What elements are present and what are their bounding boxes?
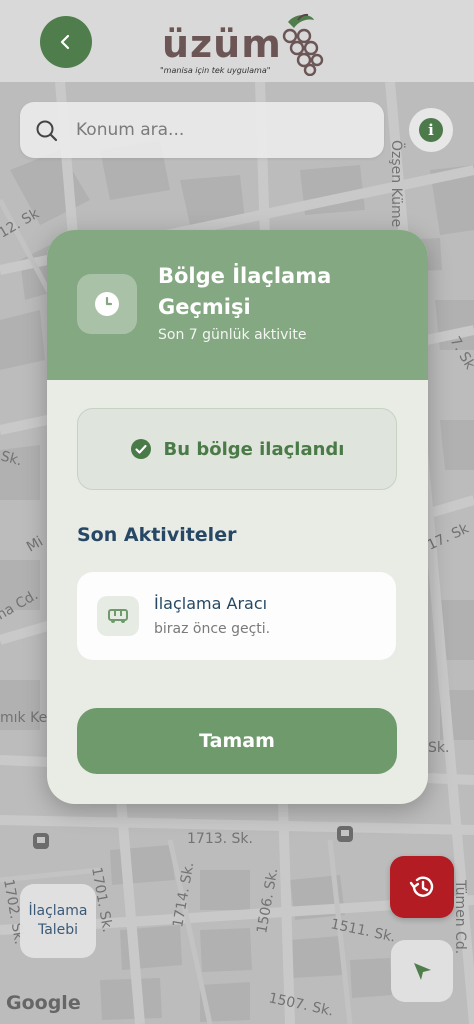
search-bar[interactable]: Konum ara... (20, 102, 384, 158)
activity-time: biraz önce geçti. (154, 621, 271, 637)
history-icon (409, 876, 434, 897)
search-input[interactable]: Konum ara... (76, 120, 184, 140)
google-attribution: Google (6, 992, 81, 1014)
check-circle-icon (130, 439, 151, 459)
info-button[interactable]: i (409, 108, 453, 152)
logo-text: üzüm (162, 22, 282, 66)
my-location-button[interactable] (391, 940, 453, 1002)
grape-icon (282, 13, 324, 76)
spraying-request-button[interactable]: İlaçlama Talebi (20, 884, 96, 958)
ok-button[interactable]: Tamam (77, 708, 397, 774)
navigation-arrow-icon (414, 963, 431, 980)
clock-icon-container (77, 274, 137, 334)
back-button[interactable] (40, 16, 92, 68)
van-icon (97, 596, 139, 636)
dialog-header: Bölge İlaçlama Geçmişi Son 7 günlük akti… (47, 230, 428, 380)
chevron-left-icon (60, 34, 70, 50)
app-logo: üzüm "manisa için tek uygulama" (160, 10, 324, 76)
activity-item: İlaçlama Aracı biraz önce geçti. (77, 572, 396, 660)
recent-activities-heading: Son Aktiviteler (77, 524, 237, 546)
request-label-line1: İlaçlama (28, 903, 88, 919)
info-icon: i (419, 118, 443, 142)
request-label-line2: Talebi (37, 922, 79, 938)
activity-name: İlaçlama Aracı (154, 594, 268, 613)
clock-icon (95, 292, 119, 316)
search-icon (36, 120, 58, 142)
dialog-title: Bölge İlaçlama Geçmişi (158, 264, 332, 319)
status-text: Bu bölge ilaçlandı (163, 438, 345, 460)
dialog-subtitle: Son 7 günlük aktivite (158, 327, 307, 343)
region-history-dialog: Bölge İlaçlama Geçmişi Son 7 günlük akti… (47, 230, 428, 804)
logo-tagline: "manisa için tek uygulama" (160, 66, 271, 75)
status-banner: Bu bölge ilaçlandı (77, 408, 397, 490)
history-button[interactable] (390, 856, 454, 918)
